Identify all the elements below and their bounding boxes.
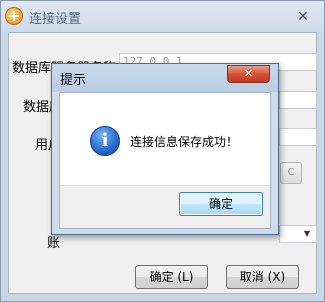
- dialog-body: i 连接信息保存成功！ 确定: [59, 92, 271, 229]
- window-title-bar[interactable]: 连接设置 ✕: [1, 1, 324, 32]
- window-title: 连接设置: [29, 12, 82, 27]
- dialog-message: 连接信息保存成功！: [130, 135, 239, 149]
- dialog-title-bar[interactable]: 提示 ✕: [52, 64, 278, 92]
- information-icon: i: [90, 126, 120, 156]
- chevron-down-icon[interactable]: ▼: [299, 226, 315, 242]
- app-icon: [5, 7, 23, 25]
- window-close-button[interactable]: ✕: [289, 7, 317, 27]
- dialog-ok-button[interactable]: 确定: [179, 192, 263, 216]
- cancel-button[interactable]: 取消 (X): [226, 265, 299, 289]
- dialog-footer: 确定: [60, 185, 270, 228]
- test-connection-mini-button[interactable]: C: [280, 162, 302, 184]
- ok-button[interactable]: 确定 (L): [135, 265, 208, 289]
- dialog-title: 提示: [60, 73, 87, 88]
- user-field[interactable]: [279, 128, 317, 146]
- dialog-close-button[interactable]: ✕: [227, 65, 270, 83]
- database-field[interactable]: [279, 91, 317, 109]
- info-dialog: 提示 ✕ i 连接信息保存成功！ 确定: [51, 63, 279, 235]
